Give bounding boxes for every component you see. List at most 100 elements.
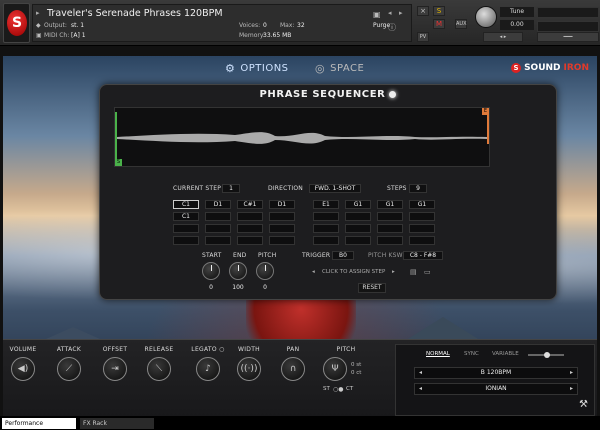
width-knob-stereo-icon[interactable]: ((·)) — [237, 357, 261, 381]
memory-value: 33.65 MB — [263, 32, 292, 39]
mute-button[interactable]: M — [433, 19, 445, 29]
trigger-value[interactable]: B0 — [332, 251, 354, 260]
start-knob[interactable] — [202, 262, 220, 280]
step-cell[interactable]: E1 — [313, 200, 339, 209]
tune-knob[interactable] — [475, 6, 497, 28]
step-cell[interactable] — [237, 212, 263, 221]
reset-button[interactable]: RESET — [358, 283, 386, 293]
attack-knob-ramp-icon[interactable]: ⟋ — [57, 357, 81, 381]
pan-slider[interactable]: ◂ ▸ — [483, 32, 523, 42]
tune-value[interactable]: 0.00 — [500, 20, 534, 30]
max-voices-input[interactable]: 32 — [297, 22, 305, 29]
offset-knob-arrow-icon[interactable]: ⇥ — [103, 357, 127, 381]
pitch-ksw-value[interactable]: C8 - F#8 — [403, 251, 443, 260]
wrench-settings-icon[interactable]: ⚒ — [579, 399, 588, 410]
prev-step-arrow-icon[interactable]: ◂ — [312, 269, 315, 275]
sequencer-power-toggle[interactable] — [389, 90, 397, 98]
step-cell[interactable] — [377, 212, 403, 221]
pan-knob-headphones-icon[interactable]: ∩ — [281, 357, 305, 381]
volume-knob-speaker-icon[interactable]: ◀) — [11, 357, 35, 381]
step-cell[interactable] — [269, 236, 295, 245]
step-cell[interactable] — [409, 236, 435, 245]
next-step-arrow-icon[interactable]: ▸ — [392, 269, 395, 275]
tab-options[interactable]: ⚙ OPTIONS — [225, 62, 289, 75]
scale-next-icon[interactable]: ▸ — [570, 384, 573, 394]
next-instrument-icon[interactable]: ▸ — [399, 9, 403, 17]
st-ct-switch[interactable]: ○● — [333, 386, 343, 393]
step-cell[interactable]: D1 — [205, 200, 231, 209]
step-cell[interactable]: C1 — [173, 200, 199, 209]
tempo-select[interactable]: ◂ B 120BPM ▸ — [414, 367, 578, 379]
end-marker-flag[interactable]: E — [482, 108, 489, 115]
scale-prev-icon[interactable]: ◂ — [419, 384, 422, 394]
tab-space[interactable]: ◎ SPACE — [315, 62, 364, 75]
step-cell[interactable] — [345, 236, 371, 245]
start-marker[interactable] — [115, 112, 117, 166]
direction-select[interactable]: FWD. 1-SHOT — [309, 184, 361, 193]
midi-channel-select[interactable]: [A] 1 — [71, 32, 86, 39]
step-cell[interactable] — [237, 224, 263, 233]
waveform-display[interactable]: S E — [114, 107, 490, 167]
variable-speed-slider[interactable] — [528, 352, 564, 358]
slider-thumb[interactable] — [544, 352, 550, 358]
step-cell[interactable]: C#1 — [237, 200, 263, 209]
collapse-arrow-icon[interactable]: ▸ — [36, 9, 40, 17]
step-cell[interactable] — [269, 224, 295, 233]
step-cell[interactable] — [205, 224, 231, 233]
steps-label: STEPS — [387, 185, 407, 192]
step-cell[interactable] — [205, 236, 231, 245]
step-cell[interactable] — [345, 212, 371, 221]
step-cell[interactable] — [345, 224, 371, 233]
step-cell[interactable] — [173, 224, 199, 233]
step-cell[interactable]: G1 — [409, 200, 435, 209]
step-cell[interactable] — [377, 224, 403, 233]
step-cell[interactable] — [205, 212, 231, 221]
step-cell[interactable] — [313, 224, 339, 233]
step-cell[interactable]: G1 — [345, 200, 371, 209]
save-icon[interactable]: ▤ — [410, 268, 417, 276]
level-meter-right — [537, 21, 599, 32]
start-marker-flag[interactable]: S — [115, 159, 122, 166]
pitch-knob[interactable] — [256, 262, 274, 280]
pitch-control: PITCH Ψ 0 st 0 ct ST ○● CT — [321, 346, 371, 393]
prev-instrument-icon[interactable]: ◂ — [388, 9, 392, 17]
instrument-logo[interactable]: S — [3, 3, 30, 43]
mode-normal[interactable]: NORMAL — [426, 351, 450, 357]
tab-performance[interactable]: Performance — [2, 418, 76, 429]
legato-control: LEGATO ○ ♪ — [187, 346, 229, 381]
legato-toggle-icon[interactable]: ○ — [219, 346, 225, 353]
scale-select[interactable]: ◂ IONIAN ▸ — [414, 383, 578, 395]
steps-value[interactable]: 9 — [409, 184, 427, 193]
info-icon[interactable]: ⓘ — [388, 22, 396, 33]
volume-slider[interactable]: ━━━ — [537, 32, 599, 42]
step-cell[interactable] — [409, 224, 435, 233]
output-select[interactable]: st. 1 — [71, 22, 84, 29]
assign-step-hint[interactable]: CLICK TO ASSIGN STEP — [322, 269, 385, 275]
legato-knob-note-icon[interactable]: ♪ — [196, 357, 220, 381]
end-knob[interactable] — [229, 262, 247, 280]
tab-fx-rack[interactable]: FX Rack — [80, 418, 154, 429]
camera-icon[interactable]: ▣ — [373, 10, 381, 19]
tempo-prev-icon[interactable]: ◂ — [419, 368, 422, 378]
step-cell[interactable]: C1 — [173, 212, 199, 221]
step-cell[interactable] — [377, 236, 403, 245]
step-cell[interactable] — [173, 236, 199, 245]
pv-button[interactable]: PV — [417, 32, 429, 42]
step-cell[interactable] — [269, 212, 295, 221]
step-cell[interactable] — [313, 236, 339, 245]
step-cell[interactable] — [237, 236, 263, 245]
tempo-next-icon[interactable]: ▸ — [570, 368, 573, 378]
solo-button[interactable]: S — [433, 6, 445, 16]
step-cell[interactable] — [409, 212, 435, 221]
step-cell[interactable] — [313, 212, 339, 221]
release-knob-ramp-icon[interactable]: ⟍ — [147, 357, 171, 381]
folder-icon[interactable]: ▭ — [424, 268, 431, 276]
close-instrument-button[interactable]: × — [417, 6, 429, 16]
mode-variable[interactable]: VARIABLE — [492, 351, 519, 357]
current-step-value[interactable]: 1 — [222, 184, 240, 193]
step-cell[interactable]: D1 — [269, 200, 295, 209]
step-cell[interactable]: G1 — [377, 200, 403, 209]
aux-button[interactable]: AUX — [455, 19, 467, 29]
mode-sync[interactable]: SYNC — [464, 351, 479, 357]
pitch-knob-tuning-fork-icon[interactable]: Ψ — [323, 357, 347, 381]
